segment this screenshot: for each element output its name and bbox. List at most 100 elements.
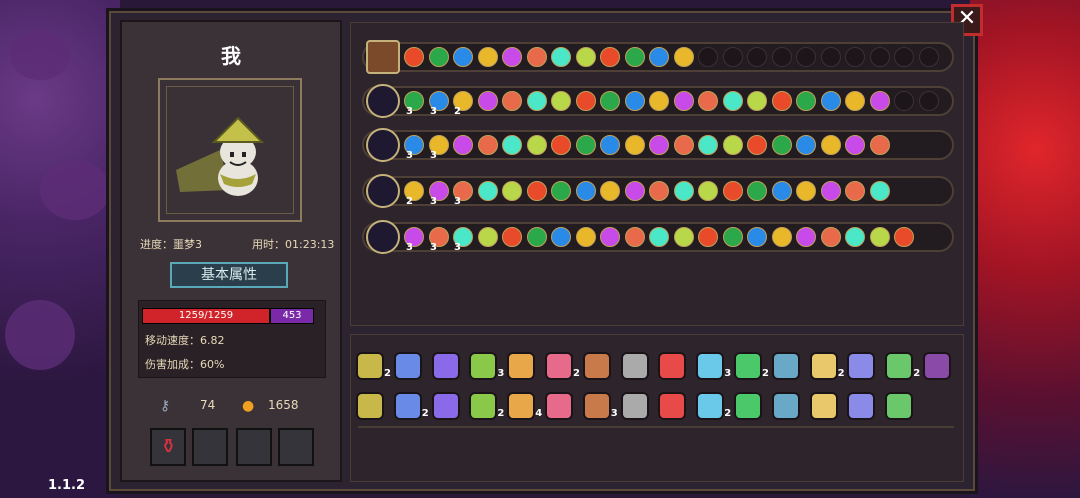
- rune-slot-filled[interactable]: [845, 135, 865, 155]
- rune-slot-filled[interactable]: [673, 135, 694, 155]
- consumable-slot[interactable]: [192, 428, 228, 466]
- rune-slot-filled[interactable]: [722, 91, 743, 111]
- wand-icon[interactable]: [582, 352, 611, 380]
- rune-slot-filled[interactable]: [551, 135, 571, 155]
- rune-slot-filled[interactable]: [600, 181, 620, 201]
- cloud-icon[interactable]: [696, 352, 725, 380]
- rune-slot-filled[interactable]: [600, 91, 620, 111]
- rune-slot-filled[interactable]: [526, 181, 547, 201]
- spider-icon[interactable]: [734, 392, 762, 420]
- rune-slot-filled[interactable]: [502, 227, 522, 247]
- rune-slot-filled[interactable]: [624, 91, 645, 111]
- dagger-icon[interactable]: [469, 352, 498, 380]
- chest-icon[interactable]: [366, 40, 400, 74]
- rune-slot-filled[interactable]: [845, 181, 865, 201]
- rune-slot-filled[interactable]: [624, 181, 645, 201]
- magnifier-icon[interactable]: [393, 392, 422, 420]
- crystal-drop-icon[interactable]: [393, 352, 422, 380]
- rune-slot-filled[interactable]: [698, 91, 718, 111]
- rune-slot-empty[interactable]: [747, 47, 767, 67]
- consumable-slot[interactable]: [278, 428, 314, 466]
- rune-slot-filled[interactable]: [820, 135, 841, 155]
- rune-slot-filled[interactable]: [649, 47, 669, 67]
- rune-slot-filled[interactable]: [673, 91, 694, 111]
- rune-slot-filled[interactable]: [796, 227, 816, 247]
- rune-slot-filled[interactable]: [894, 227, 914, 247]
- weapon-icon[interactable]: [366, 174, 400, 208]
- rune-slot-filled[interactable]: [845, 91, 865, 111]
- rune-slot-filled[interactable]: [502, 181, 522, 201]
- rune-slot-filled[interactable]: [649, 91, 669, 111]
- rune-slot-filled[interactable]: [477, 47, 498, 67]
- rune-slot-filled[interactable]: [526, 135, 547, 155]
- rune-slot-filled[interactable]: [502, 91, 522, 111]
- rune-slot-empty[interactable]: [918, 91, 939, 111]
- rune-slot-filled[interactable]: [502, 47, 522, 67]
- rune-slot-filled[interactable]: [771, 227, 792, 247]
- rune-slot-empty[interactable]: [918, 47, 939, 67]
- trident-icon[interactable]: [582, 392, 611, 420]
- rune-slot-filled[interactable]: [551, 181, 571, 201]
- rune-slot-filled[interactable]: [673, 47, 694, 67]
- rune-slot-filled[interactable]: [477, 91, 498, 111]
- rune-slot-filled[interactable]: [698, 227, 718, 247]
- rune-slot-empty[interactable]: [869, 47, 890, 67]
- rune-slot-filled[interactable]: [404, 47, 424, 67]
- rune-slot-filled[interactable]: [747, 135, 767, 155]
- rune-slot-filled[interactable]: [820, 91, 841, 111]
- rune-slot-filled[interactable]: [624, 135, 645, 155]
- shell-icon[interactable]: [847, 352, 876, 380]
- rune-slot-filled[interactable]: [796, 135, 816, 155]
- rune-slot-filled[interactable]: [820, 181, 841, 201]
- rune-slot-filled[interactable]: [649, 227, 669, 247]
- rune-slot-filled[interactable]: [526, 227, 547, 247]
- rune-slot-filled[interactable]: [722, 181, 743, 201]
- rune-slot-filled[interactable]: [575, 135, 596, 155]
- horn-icon[interactable]: [809, 352, 838, 380]
- rune-slot-empty[interactable]: [771, 47, 792, 67]
- rune-slot-filled[interactable]: [771, 181, 792, 201]
- rune-slot-filled[interactable]: [575, 47, 596, 67]
- rune-slot-filled[interactable]: [649, 181, 669, 201]
- rune-slot-filled[interactable]: [600, 135, 620, 155]
- rune-slot-empty[interactable]: [894, 91, 914, 111]
- rune-slot-filled[interactable]: [575, 181, 596, 201]
- consumable-slot[interactable]: [236, 428, 272, 466]
- rune-slot-filled[interactable]: [600, 47, 620, 67]
- hourglass-icon[interactable]: [885, 392, 914, 420]
- rune-slot-filled[interactable]: [698, 135, 718, 155]
- bat-icon[interactable]: [923, 352, 951, 380]
- basic-attributes-button[interactable]: 基本属性: [170, 262, 288, 288]
- rune-slot-filled[interactable]: [624, 227, 645, 247]
- boot-icon[interactable]: [356, 392, 384, 420]
- rune-slot-empty[interactable]: [894, 47, 914, 67]
- weapon-icon[interactable]: [366, 220, 400, 254]
- rune-slot-filled[interactable]: [771, 91, 792, 111]
- rune-slot-filled[interactable]: [796, 181, 816, 201]
- lantern-icon[interactable]: [545, 392, 573, 420]
- lotus-icon[interactable]: [771, 392, 800, 420]
- rune-slot-filled[interactable]: [551, 91, 571, 111]
- rune-slot-filled[interactable]: [649, 135, 669, 155]
- rune-slot-filled[interactable]: [600, 227, 620, 247]
- rune-slot-filled[interactable]: [747, 181, 767, 201]
- rune-slot-filled[interactable]: [551, 47, 571, 67]
- rune-slot-filled[interactable]: [575, 227, 596, 247]
- teeth-icon[interactable]: [658, 392, 687, 420]
- rune-slot-empty[interactable]: [845, 47, 865, 67]
- scroll-icon[interactable]: [469, 392, 498, 420]
- leaf-icon[interactable]: [734, 352, 762, 380]
- rune-slot-empty[interactable]: [820, 47, 841, 67]
- rune-slot-filled[interactable]: [869, 91, 890, 111]
- clover-icon[interactable]: [696, 392, 725, 420]
- rune-slot-filled[interactable]: [747, 227, 767, 247]
- rune-slot-filled[interactable]: [869, 135, 890, 155]
- rune-slot-filled[interactable]: [722, 227, 743, 247]
- rune-slot-filled[interactable]: [477, 181, 498, 201]
- rune-slot-filled[interactable]: [869, 181, 890, 201]
- rune-slot-filled[interactable]: [869, 227, 890, 247]
- weapon-icon[interactable]: [366, 128, 400, 162]
- orb-icon[interactable]: [771, 352, 800, 380]
- feather-icon[interactable]: [658, 352, 687, 380]
- rune-slot-empty[interactable]: [722, 47, 743, 67]
